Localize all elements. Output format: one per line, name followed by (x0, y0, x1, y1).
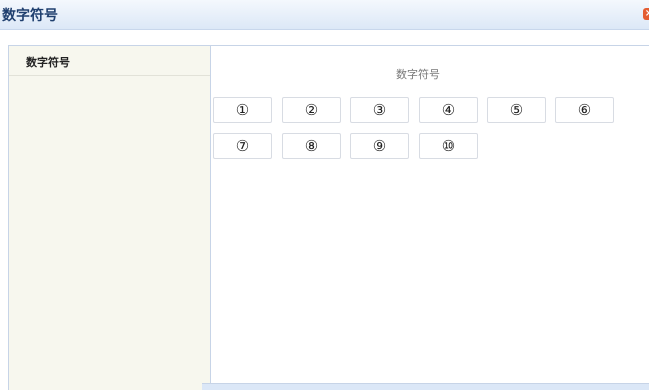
symbol-button-2[interactable]: ② (282, 97, 341, 123)
symbol-panel: 数字符号 数字符号 ① ② ③ ④ ⑤ ⑥ ⑦ ⑧ ⑨ ⑩ (8, 45, 649, 390)
symbol-button-10[interactable]: ⑩ (419, 133, 478, 159)
symbol-button-6[interactable]: ⑥ (555, 97, 614, 123)
sidebar-item-number-symbols[interactable]: 数字符号 (9, 46, 210, 76)
dialog-title: 数字符号 (2, 8, 58, 24)
bottom-strip (202, 383, 649, 390)
symbol-button-1[interactable]: ① (213, 97, 272, 123)
sidebar-item-label: 数字符号 (26, 56, 70, 69)
symbol-button-4[interactable]: ④ (419, 97, 478, 123)
symbol-button-8[interactable]: ⑧ (282, 133, 341, 159)
symbol-content: 数字符号 ① ② ③ ④ ⑤ ⑥ ⑦ ⑧ ⑨ ⑩ (211, 46, 649, 390)
close-icon[interactable]: × (643, 8, 649, 20)
symbol-button-9[interactable]: ⑨ (350, 133, 409, 159)
symbol-button-7[interactable]: ⑦ (213, 133, 272, 159)
title-bar: 数字符号 × (0, 0, 649, 30)
category-sidebar: 数字符号 (9, 46, 211, 390)
symbol-button-3[interactable]: ③ (350, 97, 409, 123)
number-symbols-dialog: 数字符号 × 数字符号 数字符号 ① ② ③ ④ ⑤ ⑥ ⑦ ⑧ ⑨ ⑩ (0, 0, 649, 390)
content-heading: 数字符号 (396, 68, 440, 81)
symbol-button-5[interactable]: ⑤ (487, 97, 546, 123)
